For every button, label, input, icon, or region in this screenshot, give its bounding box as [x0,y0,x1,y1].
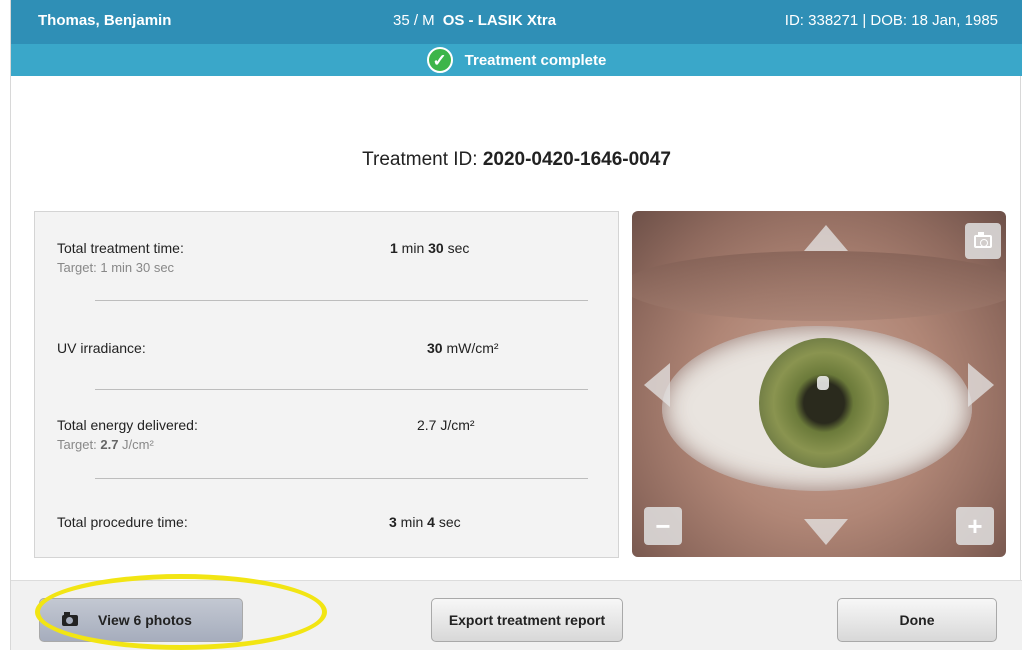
patient-age-sex: 35 / M OS - LASIK Xtra [393,12,556,29]
age-sex-text: 35 / M [393,12,435,29]
camera-icon [974,231,992,248]
check-circle-icon: ✓ [426,47,453,73]
metric-value: 3 min 4 sec [389,514,461,530]
eye-camera-view: − + [632,211,1006,557]
metric-label: UV irradiance: [57,340,146,356]
metric-value: 2.7 J/cm² [417,417,475,433]
procedure-name: OS - LASIK Xtra [442,12,557,29]
metric-label: Total treatment time: [57,240,184,256]
view-photos-button[interactable]: View 6 photos [39,598,243,642]
camera-icon [62,611,78,626]
metric-target: Target: 2.7 J/cm² [57,437,154,452]
arrow-up-icon[interactable] [804,225,848,251]
divider [95,300,588,301]
metric-label: Total energy delivered: [57,417,198,433]
header-bar: Thomas, Benjamin 35 / M OS - LASIK Xtra I… [11,0,1022,76]
iris [759,338,889,468]
arrow-down-icon[interactable] [804,519,848,545]
light-reflection [817,376,829,390]
arrow-left-icon[interactable] [644,363,670,407]
treatment-metrics-panel: Total treatment time: Target: 1 min 30 s… [34,211,619,558]
footer-bar: View 6 photos Export treatment report Do… [11,580,1022,650]
metric-target: Target: 1 min 30 sec [57,260,175,275]
treatment-summary-screen: Thomas, Benjamin 35 / M OS - LASIK Xtra I… [10,0,1022,650]
export-report-button[interactable]: Export treatment report [431,598,623,642]
metric-label: Total procedure time: [57,514,188,530]
export-report-label: Export treatment report [448,612,606,628]
view-photos-label: View 6 photos [98,612,192,628]
arrow-right-icon[interactable] [968,363,994,407]
eyelid-skin [632,251,1006,321]
done-label: Done [899,612,935,628]
status-bar: ✓ Treatment complete [11,44,1022,76]
patient-bar: Thomas, Benjamin 35 / M OS - LASIK Xtra I… [11,0,1022,44]
treatment-id: Treatment ID: 2020-0420-1646-0047 [11,149,1022,171]
divider [95,478,588,479]
metric-value: 1 min 30 sec [390,240,470,256]
patient-id-dob: ID: 338271 | DOB: 18 Jan, 1985 [784,12,998,29]
treatment-id-label: Treatment ID: [362,149,483,170]
metric-value: 30 mW/cm² [427,340,499,356]
divider [95,389,588,390]
status-text: Treatment complete [464,51,607,69]
done-button[interactable]: Done [837,598,997,642]
patient-name: Thomas, Benjamin [38,12,172,29]
zoom-out-button[interactable]: − [644,507,682,545]
eye-image [662,326,972,491]
camera-capture-button[interactable] [965,223,1001,259]
zoom-in-button[interactable]: + [956,507,994,545]
treatment-id-value: 2020-0420-1646-0047 [482,149,671,170]
